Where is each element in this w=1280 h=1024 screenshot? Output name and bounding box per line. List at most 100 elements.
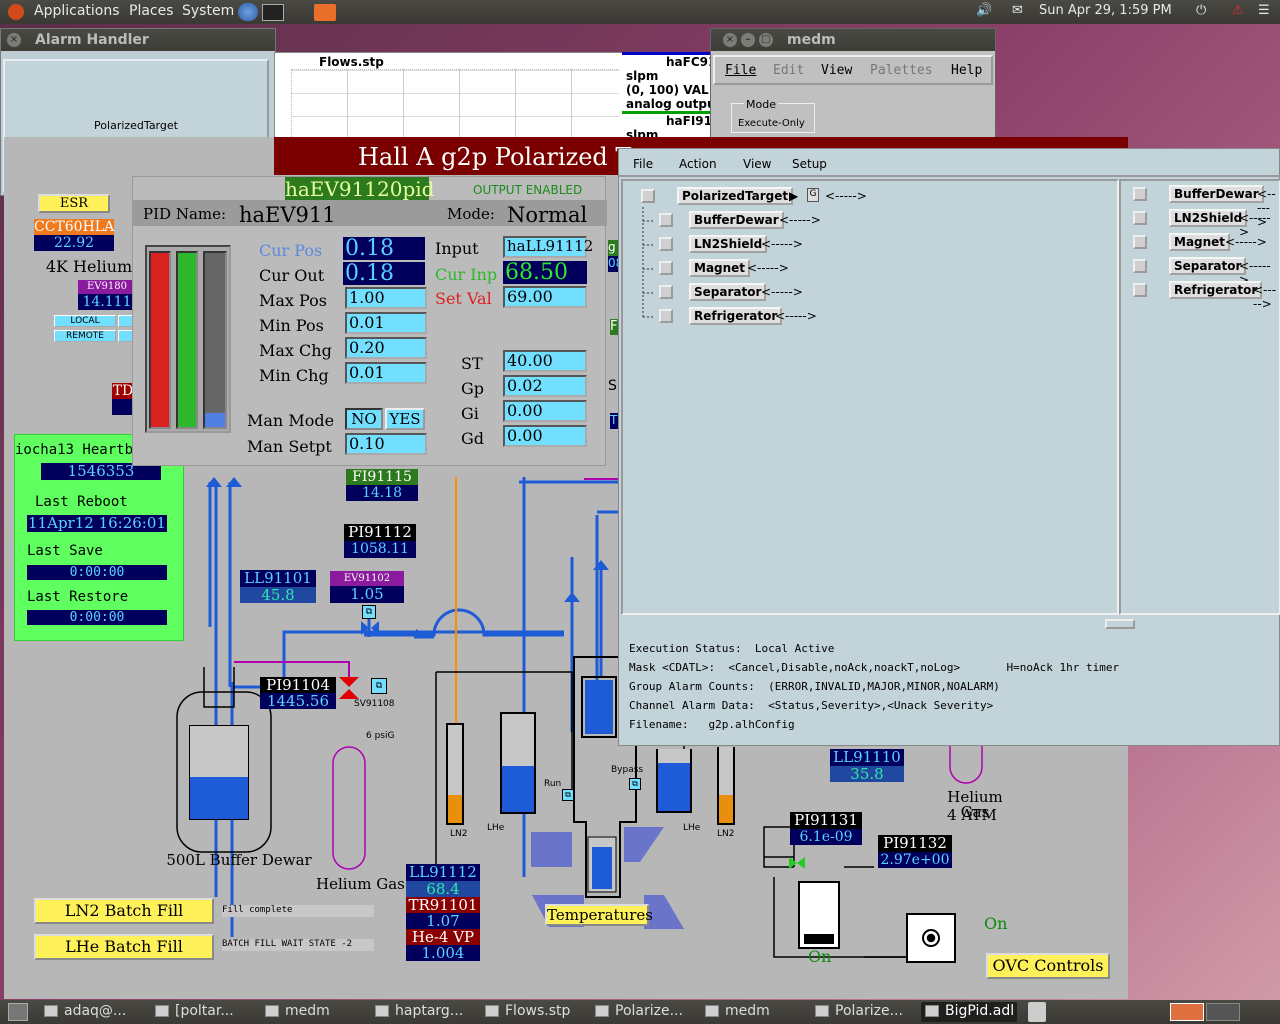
root-ack-button[interactable] [641, 189, 655, 203]
temperatures-button[interactable]: Temperatures [545, 904, 653, 926]
max-chg-input[interactable]: 0.20 [345, 337, 427, 359]
gp-input[interactable]: 0.02 [503, 375, 587, 397]
right-item-ln2-shield[interactable]: LN2Shield [1169, 209, 1248, 227]
task-flows[interactable]: Flows.stp [481, 1002, 577, 1022]
gp-label: Gp [461, 379, 485, 398]
turbo-status: On [808, 947, 832, 966]
clock[interactable]: Sun Apr 29, 1:59 PM [1039, 3, 1172, 18]
child-ack-magnet[interactable] [659, 261, 673, 275]
task-terminal-poltar[interactable]: [poltar... [151, 1002, 247, 1022]
child-ack-ln2-shield[interactable] [659, 237, 673, 251]
task-polarized-2[interactable]: Polarize... [811, 1002, 907, 1022]
right-item-refrigerator[interactable]: Refrigerator [1169, 281, 1263, 299]
right-ack-refrigerator[interactable] [1133, 283, 1147, 297]
menu-places[interactable]: Places [129, 3, 174, 19]
root-expand-icon[interactable]: ▶ [789, 189, 798, 203]
pid-name-value: haEV911 [239, 203, 336, 227]
ev91102-related-icon[interactable]: ⧉ [362, 605, 376, 619]
workspace-switcher[interactable] [1170, 1003, 1204, 1021]
task-terminal-adaq[interactable]: adaq@... [40, 1002, 136, 1022]
mail-icon[interactable]: ✉ [1012, 3, 1023, 18]
alh-menu-view[interactable]: View [743, 157, 771, 171]
ll91101-label: LL91101 [240, 570, 316, 587]
warning-icon[interactable]: ⚠ [1232, 3, 1244, 18]
right-ack-buffer-dewar[interactable] [1133, 187, 1147, 201]
alh-menu-file[interactable]: File [633, 157, 653, 171]
minimize-icon[interactable]: – [741, 33, 755, 47]
exec-status-value: Local Active [754, 642, 835, 655]
right-item-buffer-dewar[interactable]: BufferDewar [1169, 185, 1264, 203]
set-val-input[interactable]: 69.00 [503, 286, 587, 308]
child-group-separator[interactable]: Separator [689, 283, 767, 301]
right-ack-magnet[interactable] [1133, 235, 1147, 249]
st-input[interactable]: 40.00 [503, 350, 587, 372]
roughing-pump-icon[interactable] [906, 913, 956, 963]
lhe-batch-fill-button[interactable]: LHe Batch Fill [34, 934, 214, 960]
child-ack-refrigerator[interactable] [659, 309, 673, 323]
run-valve-related-icon[interactable]: ⧉ [562, 789, 574, 801]
remote-button[interactable]: REMOTE [54, 330, 116, 342]
task-haptarg[interactable]: haptarg... [371, 1002, 467, 1022]
gd-input[interactable]: 0.00 [503, 425, 587, 447]
medm-menu-edit[interactable]: Edit [773, 63, 804, 78]
sv91108-related-icon[interactable]: ⧉ [371, 678, 387, 694]
medm-menu-palettes[interactable]: Palettes [870, 63, 933, 78]
menu-system[interactable]: System [182, 3, 234, 19]
child-group-magnet[interactable]: Magnet [689, 259, 751, 277]
medm-menu-file[interactable]: File [725, 63, 756, 78]
min-chg-input[interactable]: 0.01 [345, 362, 427, 384]
ln2-batch-fill-button[interactable]: LN2 Batch Fill [34, 898, 214, 924]
alh-menu-action[interactable]: Action [679, 157, 717, 171]
st-label: ST [461, 354, 483, 373]
right-item-magnet[interactable]: Magnet [1169, 233, 1231, 251]
local-button[interactable]: LOCAL [54, 315, 116, 327]
turbo-pump-icon[interactable] [798, 881, 840, 949]
terminal-launcher-icon[interactable] [262, 4, 284, 21]
child-ack-separator[interactable] [659, 285, 673, 299]
filename-label: Filename: [629, 718, 689, 731]
session-icon[interactable]: ☰ [1258, 3, 1270, 18]
man-setpt-input[interactable]: 0.10 [345, 433, 427, 455]
bypass-valve-related-icon[interactable]: ⧉ [629, 778, 641, 790]
man-mode-yes-button[interactable]: YES [385, 408, 425, 430]
workspace-2[interactable] [1206, 1003, 1240, 1021]
alh-menu-setup[interactable]: Setup [792, 157, 827, 171]
medm-menu-view[interactable]: View [821, 63, 852, 78]
man-mode-no-button[interactable]: NO [345, 408, 383, 430]
gi-input[interactable]: 0.00 [503, 400, 587, 422]
ovc-controls-button[interactable]: OVC Controls [986, 953, 1110, 979]
close-icon[interactable]: × [723, 33, 737, 47]
esr-button[interactable]: ESR [38, 194, 110, 213]
medm-titlebar[interactable]: × – □ medm [711, 29, 995, 51]
medm-menu-help[interactable]: Help [951, 63, 982, 78]
root-guidance-button[interactable]: G [807, 188, 819, 202]
browser-launcher-icon[interactable] [238, 3, 258, 21]
maximize-icon[interactable]: □ [759, 33, 773, 47]
volume-icon[interactable]: 🔊 [976, 3, 992, 18]
max-pos-input[interactable]: 1.00 [345, 287, 427, 309]
close-icon[interactable]: × [7, 33, 21, 47]
child-ack-buffer-dewar[interactable] [659, 213, 673, 227]
child-group-ln2-shield[interactable]: LN2Shield [689, 235, 768, 253]
top-panel: Applications Places System 🔊 ✉ Sun Apr 2… [0, 0, 1280, 24]
root-group-button[interactable]: PolarizedTarget [677, 187, 794, 205]
alarm-handler-titlebar[interactable]: × Alarm Handler [1, 29, 275, 51]
child-group-refrigerator[interactable]: Refrigerator [689, 307, 783, 325]
right-ack-separator[interactable] [1133, 259, 1147, 273]
min-pos-input[interactable]: 0.01 [345, 312, 427, 334]
menu-applications[interactable]: Applications [34, 3, 120, 19]
files-launcher-icon[interactable] [314, 4, 336, 21]
show-desktop-icon[interactable] [8, 1003, 28, 1021]
task-bigpid[interactable]: BigPid.adl [921, 1002, 1017, 1022]
task-medm-2[interactable]: medm [701, 1002, 797, 1022]
task-medm-1[interactable]: medm [261, 1002, 357, 1022]
stripchart-plot[interactable] [291, 69, 619, 139]
power-icon[interactable]: ⏻ [1196, 3, 1206, 18]
pane-splitter-handle[interactable] [1105, 619, 1135, 629]
trash-icon[interactable] [1028, 1002, 1046, 1022]
task-polarized-1[interactable]: Polarize... [591, 1002, 687, 1022]
input-channel-field[interactable]: haLL91112 [503, 236, 593, 258]
right-item-separator[interactable]: Separator [1169, 257, 1247, 275]
child-group-buffer-dewar[interactable]: BufferDewar [689, 211, 784, 229]
right-ack-ln2-shield[interactable] [1133, 211, 1147, 225]
